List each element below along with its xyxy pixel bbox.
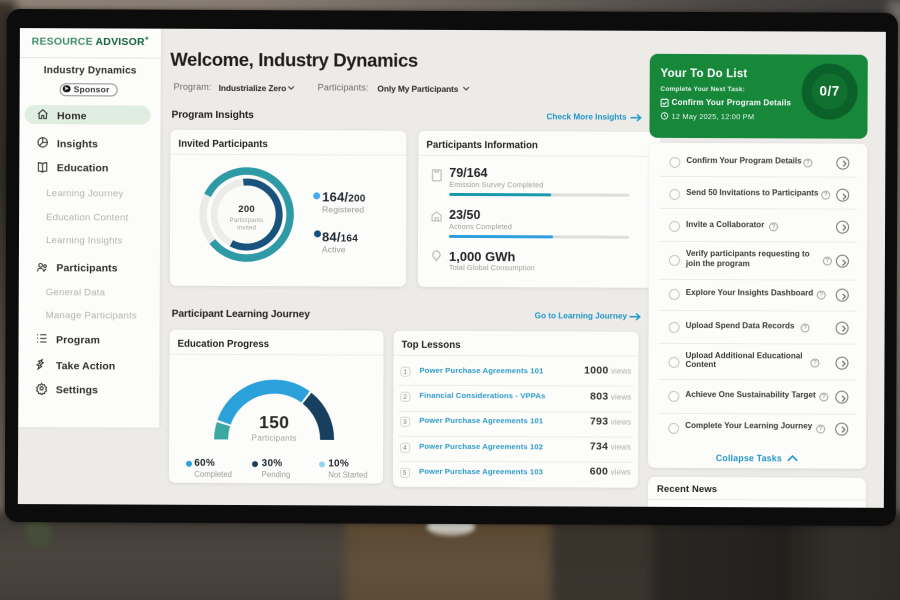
svg-text:200: 200 bbox=[238, 204, 255, 215]
svg-text:150: 150 bbox=[259, 412, 289, 432]
svg-text:Invited: Invited bbox=[236, 226, 255, 232]
svg-text:Participants: Participants bbox=[229, 218, 263, 224]
svg-text:Participants: Participants bbox=[252, 434, 297, 443]
